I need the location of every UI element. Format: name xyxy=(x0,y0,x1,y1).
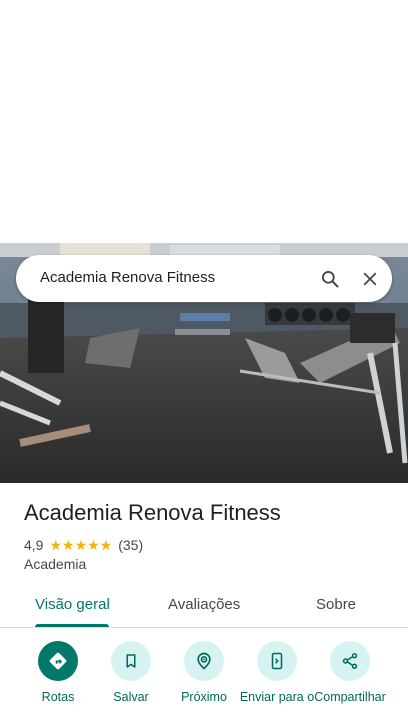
nearby-label: Próximo xyxy=(181,690,227,704)
share-icon xyxy=(330,641,370,681)
directions-icon xyxy=(38,641,78,681)
tab-overview[interactable]: Visão geral xyxy=(35,596,110,613)
rating-value: 4,9 xyxy=(24,537,44,553)
star-rating: ★★★★★ xyxy=(49,536,113,553)
save-button[interactable]: Salvar xyxy=(93,641,169,705)
place-category[interactable]: Academia xyxy=(24,556,86,572)
send-to-phone-button[interactable]: Enviar para o xyxy=(239,641,315,705)
search-bar[interactable]: Academia Renova Fitness xyxy=(16,255,392,302)
nearby-icon xyxy=(184,641,224,681)
save-label: Salvar xyxy=(113,690,149,704)
rating-row[interactable]: 4,9 ★★★★★ (35) xyxy=(24,536,143,554)
directions-button[interactable]: Rotas xyxy=(20,641,96,705)
search-query-text[interactable]: Academia Renova Fitness xyxy=(40,269,215,286)
review-count[interactable]: (35) xyxy=(118,537,143,553)
send-to-phone-icon xyxy=(257,641,297,681)
tab-about[interactable]: Sobre xyxy=(316,596,356,613)
close-icon[interactable] xyxy=(356,265,384,293)
search-icon[interactable] xyxy=(316,265,344,293)
bookmark-icon xyxy=(111,641,151,681)
tab-reviews[interactable]: Avaliações xyxy=(168,596,240,613)
share-button[interactable]: Compartilhar xyxy=(312,641,388,705)
share-label: Compartilhar xyxy=(314,690,386,704)
map-area xyxy=(0,0,408,243)
send-to-phone-label: Enviar para o xyxy=(239,690,315,704)
place-title: Academia Renova Fitness xyxy=(24,500,281,525)
active-tab-indicator xyxy=(35,624,109,627)
tab-bar: Visão geral Avaliações Sobre xyxy=(0,584,408,628)
nearby-button[interactable]: Próximo xyxy=(166,641,242,705)
directions-label: Rotas xyxy=(41,690,75,704)
